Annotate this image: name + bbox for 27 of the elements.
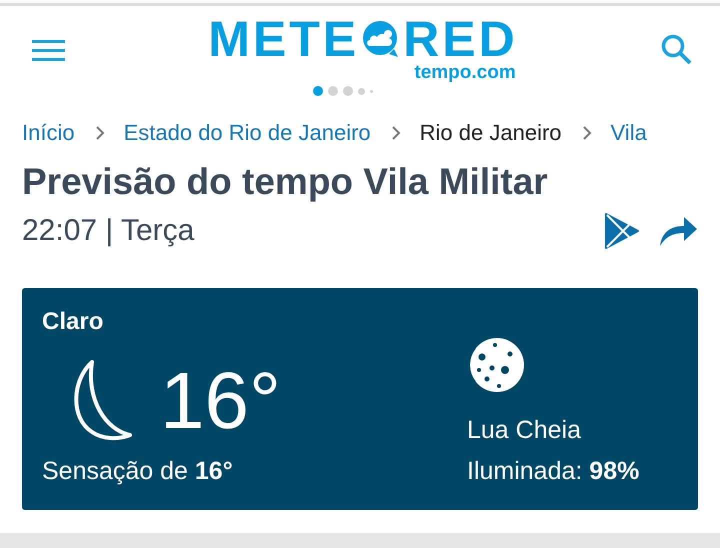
search-button[interactable]: [660, 33, 694, 67]
menu-button[interactable]: [32, 38, 66, 62]
page-title: Previsão do tempo Vila Militar: [22, 160, 549, 204]
breadcrumb-link[interactable]: Início: [22, 120, 75, 146]
feels-like: Sensação de 16°: [42, 457, 234, 487]
breadcrumb-link[interactable]: Vila: [610, 120, 647, 146]
chevron-icon: [94, 125, 105, 141]
date-time: 22:07 | Terça: [22, 214, 194, 248]
page-dot[interactable]: [328, 86, 338, 96]
logo-text: RED: [403, 14, 518, 64]
breadcrumb-link[interactable]: Estado do Rio de Janeiro: [124, 120, 371, 146]
moon-phase: Lua Cheia: [467, 416, 582, 445]
share-button[interactable]: [658, 215, 698, 247]
condition-label: Claro: [42, 308, 104, 336]
logo-subtitle: tempo.com: [414, 62, 516, 84]
logo-text: METE: [208, 14, 360, 64]
chevron-icon: [582, 125, 592, 141]
moon-illumination: Iluminada: 98%: [467, 457, 640, 486]
chevron-icon: [390, 125, 401, 141]
page-dot[interactable]: [312, 86, 323, 96]
page-dot[interactable]: [358, 88, 365, 94]
play-store-button[interactable]: [604, 212, 640, 250]
breadcrumb-current: Rio de Janeiro: [420, 120, 562, 146]
temperature: 16°: [160, 360, 281, 440]
full-moon-icon: [467, 336, 525, 394]
page-dot[interactable]: [342, 86, 353, 96]
page-dot[interactable]: [370, 90, 373, 92]
